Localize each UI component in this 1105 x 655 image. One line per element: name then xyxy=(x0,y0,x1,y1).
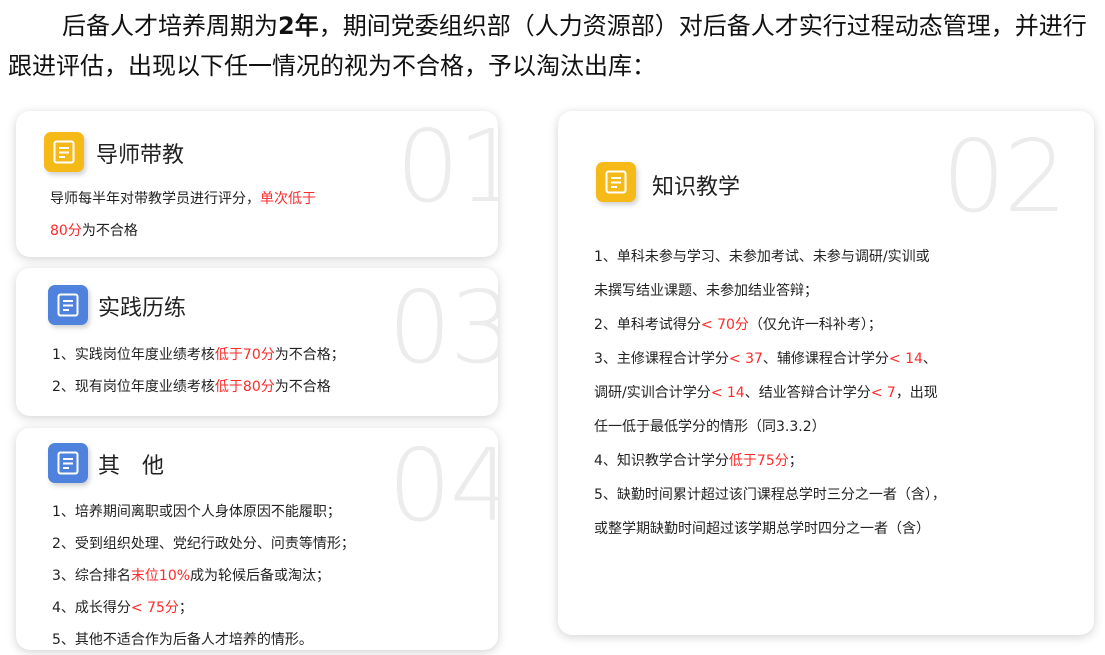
body-line: 或整学期缺勤时间超过该学期总学时四分之一者（含） xyxy=(594,521,930,537)
card-body: 1、单科未参与学习、未参加考试、未参与调研/实训或 未撰写结业课题、未参加结业答… xyxy=(594,240,946,546)
card-knowledge: 02 知识教学 1、单科未参与学习、未参加考试、未参与调研/实训或 未撰写结业课… xyxy=(558,111,1094,635)
body-line: 任一低于最低学分的情形（同3.3.2） xyxy=(594,419,826,435)
body-line: 80分为不合格 xyxy=(50,215,316,247)
text-segment: ； xyxy=(178,600,193,616)
document-icon xyxy=(44,132,84,172)
text-segment: 1、实践岗位年度业绩考核 xyxy=(52,347,215,363)
document-icon xyxy=(48,443,88,483)
highlight-text: 低于80分 xyxy=(214,379,275,395)
card-body: 1、实践岗位年度业绩考核低于70分为不合格； 2、现有岗位年度业绩考核低于80分… xyxy=(52,339,345,403)
text-segment: ，出现 xyxy=(895,385,938,401)
body-line: 4、知识教学合计学分低于75分； xyxy=(594,444,946,478)
highlight-text: 80分 xyxy=(50,223,82,239)
highlight-text: < 14 xyxy=(710,385,745,401)
intro-text: 后备人才培养周期为 xyxy=(62,12,278,40)
text-segment: 为不合格 xyxy=(274,379,331,395)
text-segment: 成为轮候后备或淘汰； xyxy=(190,568,331,584)
body-line: 导师每半年对带教学员进行评分，单次低于 xyxy=(50,183,316,215)
intro-highlight: 2年 xyxy=(278,12,319,40)
document-icon xyxy=(48,285,88,325)
card-practice: 03 实践历练 1、实践岗位年度业绩考核低于70分为不合格； 2、现有岗位年度业… xyxy=(16,268,498,416)
text-segment: 、辅修课程合计学分 xyxy=(762,351,889,367)
card-other: 04 其 他 1、培养期间离职或因个人身体原因不能履职； 2、受到组织处理、党纪… xyxy=(16,428,498,650)
body-line: 调研/实训合计学分< 14、结业答辩合计学分< 7，出现 xyxy=(594,376,946,410)
body-line: 2、单科考试得分< 70分（仅允许一科补考）； xyxy=(594,308,946,342)
body-line: 1、实践岗位年度业绩考核低于70分为不合格； xyxy=(52,339,345,371)
document-icon xyxy=(596,162,636,202)
body-line: 未撰写结业课题、未参加结业答辩； xyxy=(594,283,818,299)
text-segment: 3、综合排名 xyxy=(52,568,131,584)
highlight-text: < 14 xyxy=(888,351,923,367)
card-number: 02 xyxy=(942,118,1067,235)
body-line: 5、缺勤时间累计超过该门课程总学时三分之一者（含）， xyxy=(594,487,946,503)
text-segment: 3、主修课程合计学分 xyxy=(594,351,729,367)
highlight-text: < 70分 xyxy=(700,317,749,333)
card-title: 实践历练 xyxy=(98,296,187,321)
card-title: 其 他 xyxy=(98,454,165,479)
text-segment: 、结业答辩合计学分 xyxy=(744,385,871,401)
intro-paragraph: 后备人才培养周期为2年，期间党委组织部（人力资源部）对后备人才实行过程动态管理，… xyxy=(8,6,1098,86)
body-line: 5、其他不适合作为后备人才培养的情形。 xyxy=(52,632,313,648)
highlight-text: 单次低于 xyxy=(260,191,316,207)
highlight-text: < 75分 xyxy=(130,600,179,616)
body-line: 3、综合排名末位10%成为轮候后备或淘汰； xyxy=(52,560,355,592)
body-line: 1、培养期间离职或因个人身体原因不能履职； xyxy=(52,504,341,520)
intro-text: ，期间党委组织部（人力资源部）对后备人才实行过程动态 xyxy=(318,12,943,40)
highlight-text: 低于70分 xyxy=(214,347,275,363)
body-line: 3、主修课程合计学分< 37、辅修课程合计学分< 14、 xyxy=(594,342,946,376)
text-segment: 、 xyxy=(922,351,937,367)
highlight-text: 低于75分 xyxy=(728,453,789,469)
text-segment: 为不合格 xyxy=(81,223,138,239)
text-segment: 导师每半年对带教学员进行评分， xyxy=(50,191,260,207)
highlight-text: 末位10% xyxy=(130,568,191,584)
text-segment: 2、单科考试得分 xyxy=(594,317,701,333)
body-line: 1、单科未参与学习、未参加考试、未参与调研/实训或 xyxy=(594,249,930,265)
card-title: 知识教学 xyxy=(652,175,741,200)
text-segment: 为不合格； xyxy=(274,347,345,363)
text-segment: 2、现有岗位年度业绩考核 xyxy=(52,379,215,395)
highlight-text: < 37 xyxy=(728,351,763,367)
card-mentor: 01 导师带教 导师每半年对带教学员进行评分，单次低于 80分为不合格 xyxy=(16,111,498,257)
highlight-text: < 7 xyxy=(870,385,896,401)
text-segment: （仅允许一科补考）； xyxy=(748,317,882,333)
text-segment: 调研/实训合计学分 xyxy=(594,385,711,401)
card-body: 导师每半年对带教学员进行评分，单次低于 80分为不合格 xyxy=(50,183,316,247)
text-segment: ； xyxy=(788,453,803,469)
body-line: 2、现有岗位年度业绩考核低于80分为不合格 xyxy=(52,371,345,403)
body-line: 4、成长得分< 75分； xyxy=(52,592,355,624)
card-number: 03 xyxy=(388,269,498,386)
card-number: 04 xyxy=(388,428,498,544)
body-line: 2、受到组织处理、党纪行政处分、问责等情形； xyxy=(52,536,355,552)
text-segment: 4、成长得分 xyxy=(52,600,131,616)
card-number: 01 xyxy=(396,111,498,225)
text-segment: 4、知识教学合计学分 xyxy=(594,453,729,469)
card-title: 导师带教 xyxy=(96,143,185,168)
card-body: 1、培养期间离职或因个人身体原因不能履职； 2、受到组织处理、党纪行政处分、问责… xyxy=(52,496,355,650)
